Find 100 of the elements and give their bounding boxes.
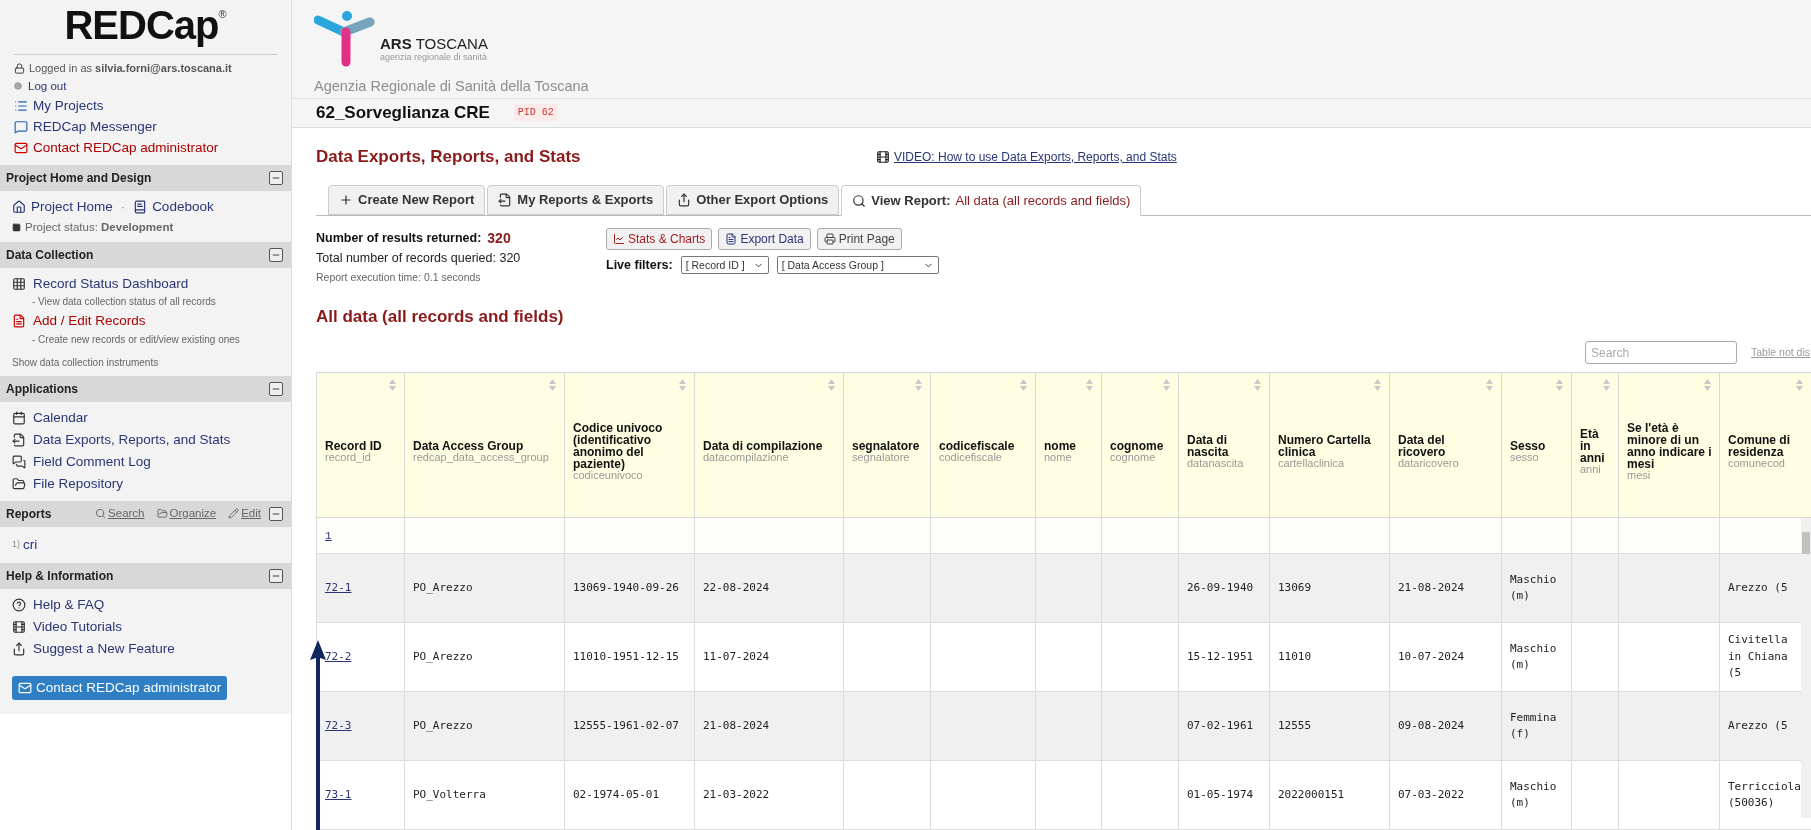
collapse-button[interactable] [269, 170, 283, 185]
table-cell: PO_Arezzo [413, 718, 473, 732]
sidebar-link[interactable]: Contact REDCap administrator [33, 138, 219, 159]
sidebar-link[interactable]: Add / Edit Records [33, 311, 146, 332]
table-cell: 12555-1961-02-07 [573, 718, 679, 732]
record-link[interactable]: 1 [325, 530, 332, 543]
column-header[interactable]: cognome cognome [1101, 372, 1179, 518]
collapse-button[interactable] [269, 248, 283, 262]
action-button[interactable]: Print Page [816, 228, 902, 250]
scrollbar[interactable] [1801, 518, 1811, 818]
section-title: Help & Information [6, 567, 114, 585]
column-header[interactable]: segnalatore segnalatore [843, 372, 931, 518]
filter-dropdown[interactable]: [ Record ID ] [680, 256, 769, 275]
table-cell: 01-05-1974 [1187, 787, 1254, 801]
column-header[interactable]: Record ID record_id [316, 372, 405, 518]
column-header[interactable]: Se l'età è minore di un anno indicare i mesi mesi [1618, 372, 1720, 518]
tab[interactable]: Create New Report [328, 185, 486, 215]
table-cell: 13069 [1278, 580, 1312, 594]
sidebar-link[interactable]: Help & FAQ [33, 594, 105, 615]
column-header[interactable]: Data di nascita datanascita [1178, 372, 1270, 518]
column-header[interactable]: Comune di residenza comunecod [1719, 372, 1811, 518]
section-title: Project Home and Design [6, 169, 152, 187]
sidebar-link[interactable]: Data Exports, Reports, and Stats [33, 429, 231, 450]
sidebar-link[interactable]: File Repository [33, 474, 124, 495]
calendar-icon [12, 410, 26, 425]
comments-icon [12, 455, 26, 470]
logout-link[interactable]: Log out [28, 77, 67, 95]
tab[interactable]: View Report: All data (all records and fields) [841, 185, 1142, 216]
section-title: Applications [6, 380, 78, 398]
report-link[interactable]: cri [23, 534, 38, 555]
sidebar-link[interactable]: Codebook [152, 196, 214, 217]
column-header[interactable]: Data Access Group redcap_data_access_group [404, 372, 565, 518]
table-cell: 21-08-2024 [703, 718, 770, 732]
chart-icon [613, 233, 625, 245]
table-cell: 13069-1940-09-26 [573, 580, 679, 594]
ars-logo-icon [314, 10, 376, 68]
column-header[interactable]: Data del ricovero dataricovero [1389, 372, 1502, 518]
organization-name: Agenzia Regionale di Sanità della Toscana [314, 77, 590, 96]
results-label: Number of results returned: [316, 230, 482, 248]
record-link[interactable]: 72-1 [325, 580, 352, 594]
column-header[interactable]: codicefiscale codicefiscale [930, 372, 1036, 518]
tab[interactable]: My Reports & Exports [487, 185, 665, 215]
table-cell: Arezzo (5 [1728, 718, 1788, 732]
folder-icon [156, 508, 168, 519]
table-cell: 07-03-2022 [1398, 787, 1465, 801]
table-cell: Femmina (f) [1510, 710, 1557, 740]
sort-icon [679, 379, 686, 391]
sort-icon [1086, 379, 1093, 391]
column-header[interactable]: Numero Cartella clinica cartellaclinica [1269, 372, 1390, 518]
sidebar-link[interactable]: Project Home [31, 196, 113, 217]
list-icon [14, 98, 28, 113]
section-title: Data Collection [6, 247, 94, 264]
sidebar-link[interactable]: Video Tutorials [33, 617, 123, 638]
grid-icon [12, 277, 26, 292]
report-action-link[interactable]: Organize [156, 504, 217, 523]
table-cell: 12555 [1278, 718, 1312, 732]
sidebar-link[interactable]: REDCap Messenger [33, 117, 157, 138]
report-action-link[interactable]: Edit [228, 504, 261, 523]
action-button[interactable]: Stats & Charts [606, 228, 713, 250]
report-action-link[interactable]: Search [95, 504, 145, 523]
column-header[interactable]: Data di compilazione datacompilazione [694, 372, 844, 518]
chat-icon [14, 120, 28, 135]
book-icon [133, 199, 148, 214]
action-button[interactable]: Export Data [718, 228, 811, 250]
document-icon [725, 233, 738, 245]
printer-icon [823, 233, 836, 245]
plus-icon [339, 193, 353, 207]
sort-icon [1020, 379, 1027, 391]
table-cell: 09-08-2024 [1398, 718, 1465, 732]
sidebar-link[interactable]: Calendar [33, 407, 88, 428]
record-link[interactable]: 72-3 [325, 718, 352, 732]
column-header[interactable]: Età in anni anni [1571, 372, 1619, 518]
sidebar-link[interactable]: My Projects [33, 95, 104, 116]
video-link[interactable]: VIDEO: How to use Data Exports, Reports, and Stats [894, 148, 1177, 166]
record-link[interactable]: 73-1 [325, 787, 352, 801]
section-title: Reports [6, 505, 52, 523]
envelope-icon [18, 680, 32, 695]
sidebar-link[interactable]: Record Status Dashboard [33, 274, 189, 295]
logo-wordmark: REDCap [64, 2, 219, 48]
column-header[interactable]: Sesso sesso [1501, 372, 1572, 518]
instruments-link[interactable]: Show data collection instruments [12, 354, 279, 370]
sort-icon [1704, 379, 1711, 391]
sidebar-link[interactable]: Field Comment Log [33, 452, 151, 473]
contact-admin-button[interactable]: Contact REDCap administrator [12, 675, 228, 700]
column-header[interactable]: Codice univoco (identificativo anonimo del paziente) codiceunivoco [564, 372, 695, 518]
record-link[interactable]: 72-2 [325, 649, 352, 663]
collapse-button[interactable] [269, 506, 283, 521]
table-cell: 11-07-2024 [703, 649, 770, 663]
square-icon [12, 222, 21, 232]
filter-dropdown[interactable]: [ Data Access Group ] [776, 256, 939, 275]
tab[interactable]: Other Export Options [666, 185, 840, 215]
table-cell: PO_Arezzo [413, 580, 473, 594]
search-field[interactable]: Search [1585, 341, 1738, 364]
sidebar-link[interactable]: Suggest a New Feature [33, 639, 175, 660]
table-cell: 11010-1951-12-15 [573, 649, 679, 663]
collapse-button[interactable] [269, 568, 283, 583]
report-title: All data (all records and fields) [316, 305, 565, 328]
column-header[interactable]: nome nome [1035, 372, 1102, 518]
records-queried: Total number of records queried: 320 [316, 250, 522, 267]
collapse-button[interactable] [269, 381, 283, 396]
